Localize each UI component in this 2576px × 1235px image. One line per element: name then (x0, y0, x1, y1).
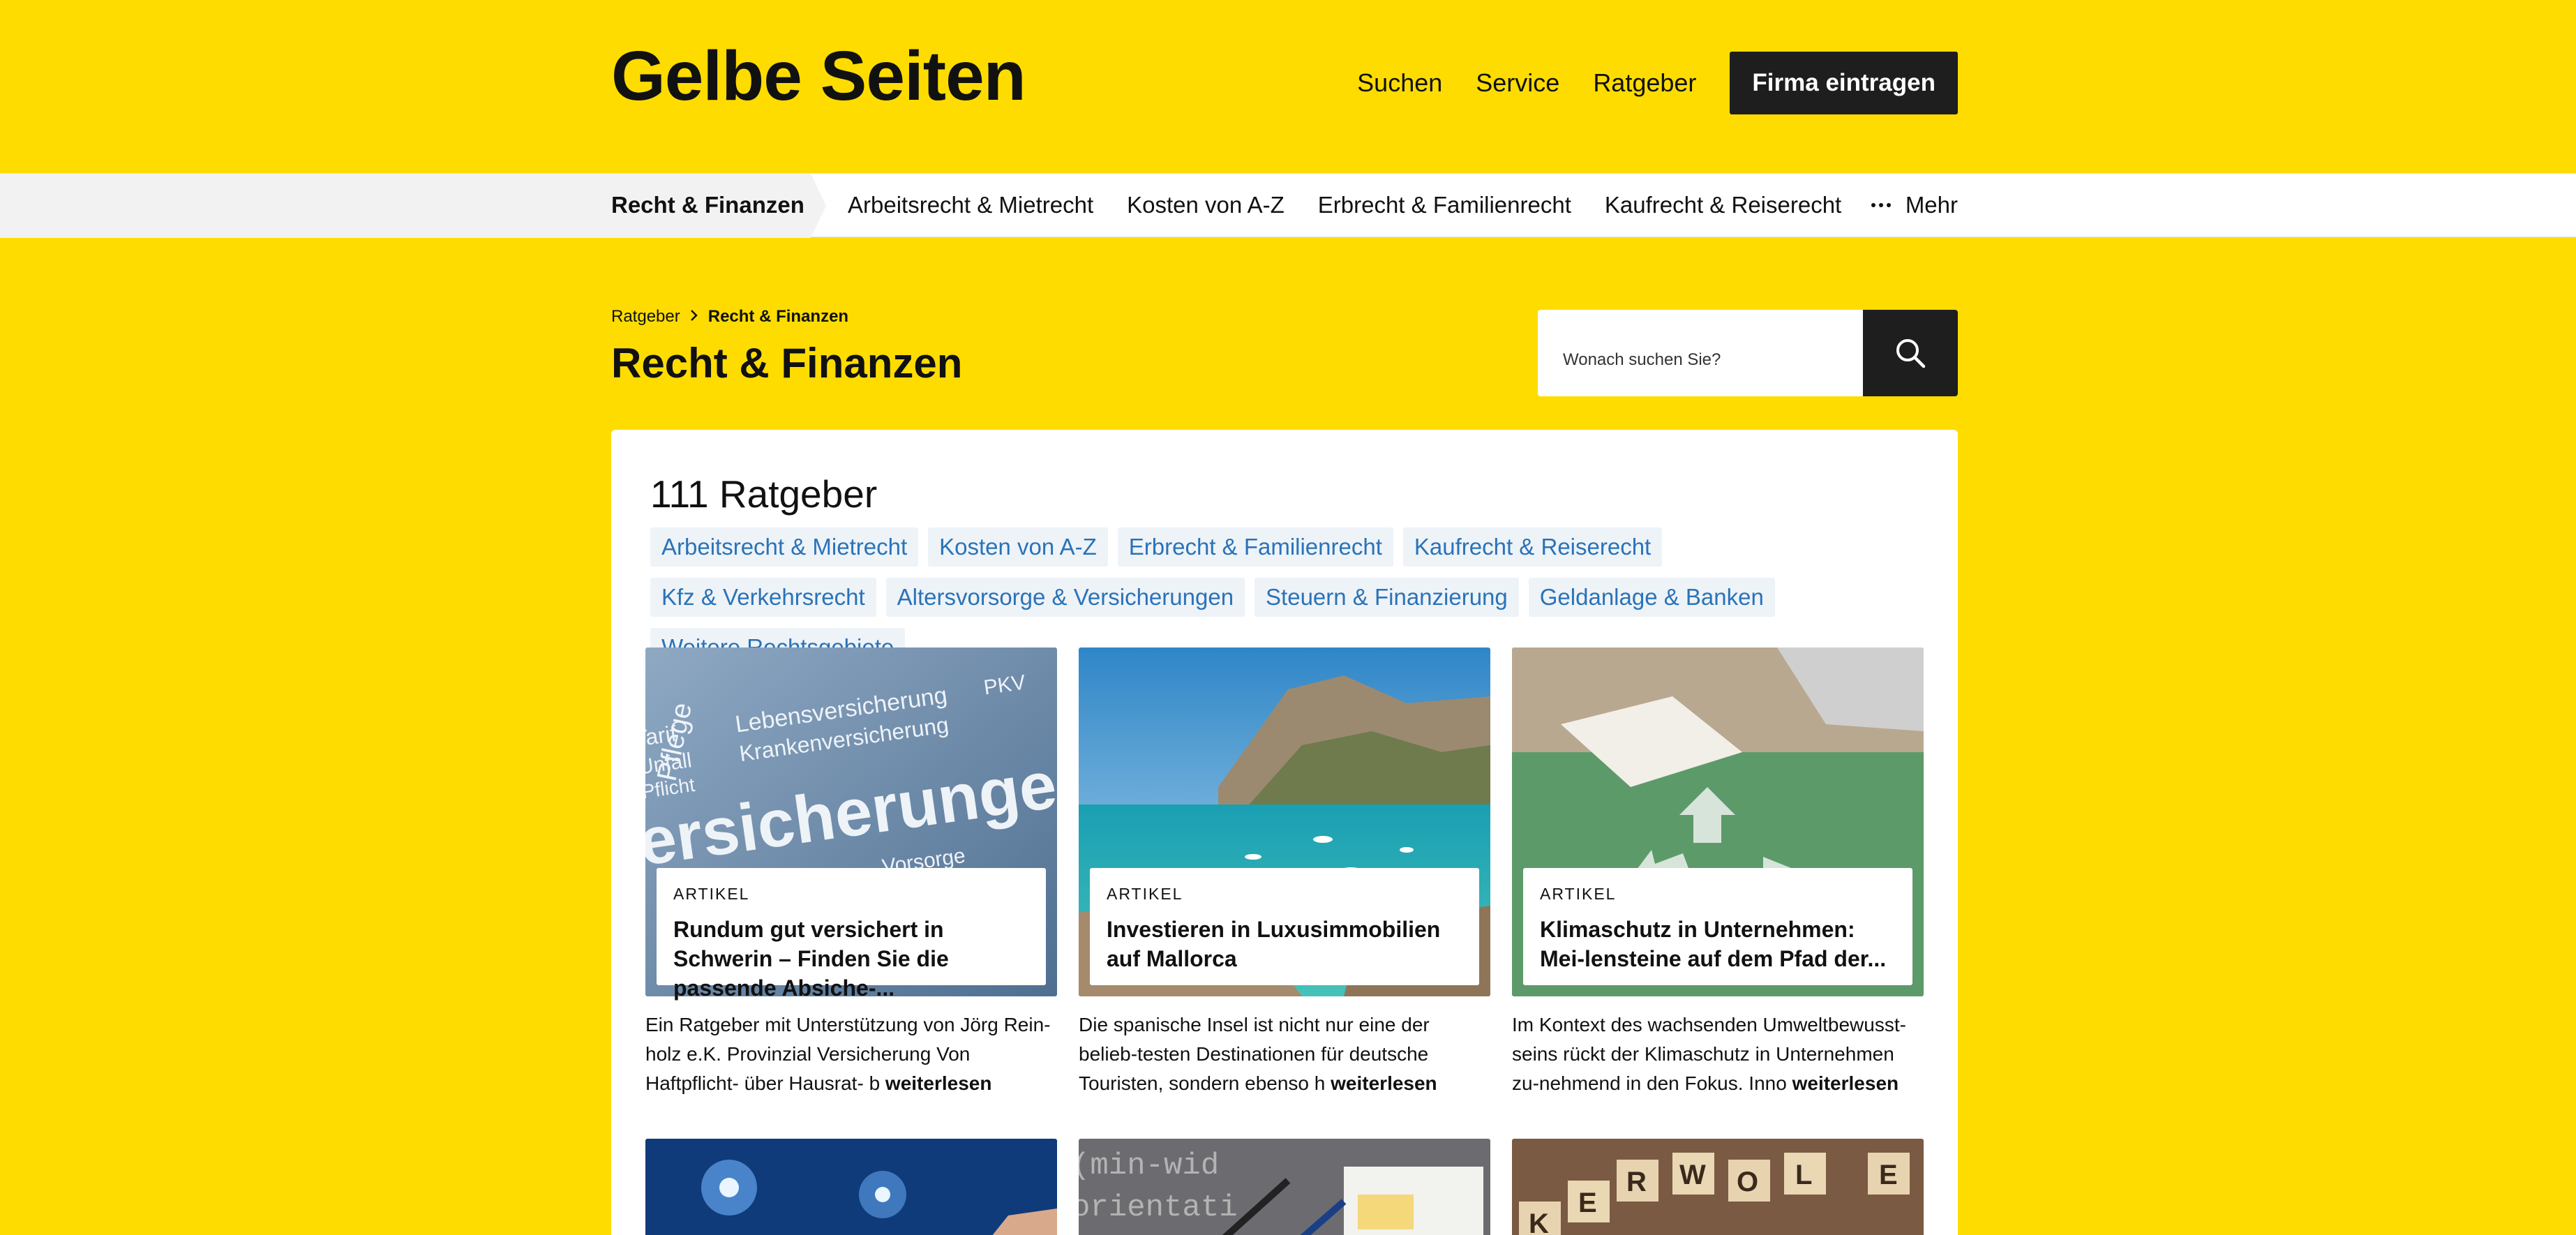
breadcrumb-ratgeber[interactable]: Ratgeber (611, 307, 680, 327)
card-description: Ein Ratgeber mit Unterstützung von Jörg … (645, 1010, 1057, 1098)
svg-text:E: E (1578, 1188, 1597, 1218)
svg-text:R: R (1626, 1167, 1647, 1197)
nav-suchen[interactable]: Suchen (1357, 68, 1442, 98)
chip-arbeitsrecht[interactable]: Arbeitsrecht & Mietrecht (650, 527, 919, 567)
card-description: Die spanische Insel ist nicht nur eine d… (1079, 1010, 1490, 1098)
card-title[interactable]: Klimaschutz in Unternehmen: Mei-lenstein… (1540, 915, 1896, 973)
card-title[interactable]: Rundum gut versichert in Schwerin – Find… (673, 915, 1029, 1003)
svg-text:(min-wid: (min-wid (1079, 1148, 1219, 1183)
chip-erbrecht[interactable]: Erbrecht & Familienrecht (1117, 527, 1393, 567)
more-menu-button[interactable]: Mehr (1871, 192, 1958, 218)
chip-kfz[interactable]: Kfz & Verkehrsrecht (650, 578, 876, 617)
breadcrumb-current: Recht & Finanzen (707, 307, 849, 326)
card-caption: ARTIKEL Klimaschutz in Unternehmen: Mei-… (1523, 868, 1912, 985)
search-icon (1896, 339, 1926, 368)
chip-geldanlage[interactable]: Geldanlage & Banken (1528, 578, 1775, 617)
site-header: Gelbe Seiten Suchen Service Ratgeber Fir… (0, 0, 2576, 173)
article-card-image-tiles[interactable]: K E R W O L E (1512, 1139, 1924, 1235)
ratgeber-panel: 111 Ratgeber Arbeitsrecht & Mietrecht Ko… (611, 430, 1958, 1235)
site-logo[interactable]: Gelbe Seiten (611, 36, 1026, 117)
card-caption: ARTIKEL Investieren in Luxusimmobilien a… (1090, 868, 1479, 985)
svg-text:O: O (1737, 1167, 1758, 1197)
read-more-link[interactable]: weiterlesen (1331, 1072, 1437, 1094)
card-type-label: ARTIKEL (673, 885, 750, 903)
card-type-label: ARTIKEL (1540, 885, 1617, 903)
subnav-item-arbeitsrecht[interactable]: Arbeitsrecht & Mietrecht (848, 192, 1093, 218)
svg-text:E: E (1879, 1160, 1898, 1190)
card-caption: ARTIKEL Rundum gut versichert in Schweri… (657, 868, 1046, 1001)
more-label: Mehr (1905, 192, 1958, 218)
card-title[interactable]: Investieren in Luxusimmobilien auf Mallo… (1107, 915, 1462, 973)
svg-text:orientati: orientati (1079, 1190, 1238, 1225)
subnav-active-arrow (811, 174, 826, 238)
subnav-item-recht-finanzen[interactable]: Recht & Finanzen (611, 192, 804, 218)
nav-ratgeber[interactable]: Ratgeber (1593, 68, 1696, 98)
chip-steuern[interactable]: Steuern & Finanzierung (1255, 578, 1519, 617)
subnav-item-erbrecht[interactable]: Erbrecht & Familienrecht (1318, 192, 1571, 218)
chip-kaufrecht[interactable]: Kaufrecht & Reiserecht (1402, 527, 1663, 567)
read-more-link[interactable]: weiterlesen (1792, 1072, 1899, 1094)
article-card-image-tech[interactable] (645, 1139, 1057, 1235)
more-dots-icon (1871, 203, 1894, 207)
top-navigation: Suchen Service Ratgeber Firma eintragen (1357, 52, 1958, 114)
chevron-right-icon (690, 307, 698, 327)
search-box (1538, 310, 1958, 396)
ratgeber-count: 111 Ratgeber (650, 472, 878, 516)
search-button[interactable] (1863, 310, 1958, 396)
subnav-item-kosten[interactable]: Kosten von A-Z (1127, 192, 1285, 218)
chip-altersvorsorge[interactable]: Altersvorsorge & Versicherungen (885, 578, 1245, 617)
search-input[interactable] (1538, 310, 1863, 396)
category-subnav: Recht & Finanzen Arbeitsrecht & Mietrech… (0, 173, 2576, 238)
firma-eintragen-button[interactable]: Firma eintragen (1730, 52, 1958, 114)
read-more-link[interactable]: weiterlesen (885, 1072, 992, 1094)
page-title: Recht & Finanzen (611, 340, 963, 387)
card-type-label: ARTIKEL (1107, 885, 1183, 903)
svg-text:W: W (1679, 1160, 1706, 1190)
card-description: Im Kontext des wachsenden Umweltbewusst-… (1512, 1010, 1924, 1098)
svg-text:K: K (1529, 1208, 1549, 1235)
subnav-item-kaufrecht[interactable]: Kaufrecht & Reiserecht (1605, 192, 1841, 218)
nav-service[interactable]: Service (1476, 68, 1559, 98)
article-card-image-code[interactable]: (min-wid orientati (1079, 1139, 1490, 1235)
breadcrumb: Ratgeber Recht & Finanzen (611, 307, 848, 327)
svg-text:L: L (1795, 1160, 1812, 1190)
chip-kosten[interactable]: Kosten von A-Z (928, 527, 1108, 567)
